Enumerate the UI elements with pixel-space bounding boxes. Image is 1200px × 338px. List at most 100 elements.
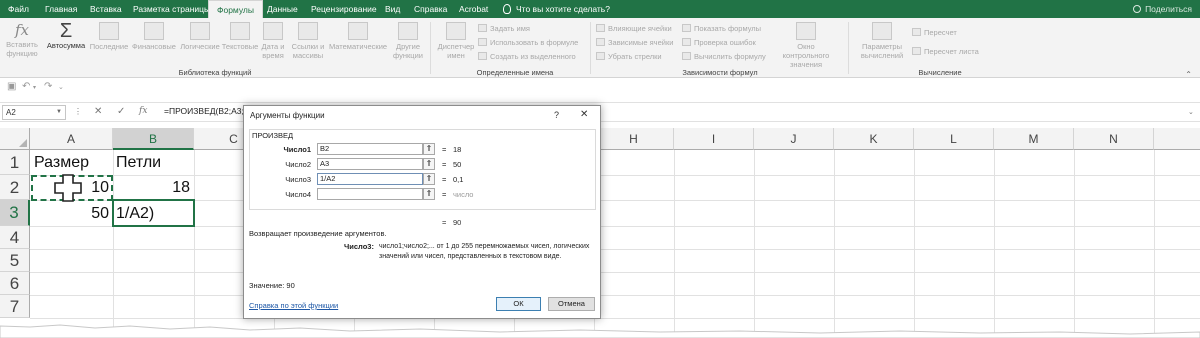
- logical-button[interactable]: Логические: [178, 20, 222, 51]
- row-header-7[interactable]: 7: [0, 295, 30, 318]
- cell-b2[interactable]: 18: [116, 175, 190, 200]
- trace-precedents-label: Влияющие ячейки: [608, 24, 672, 33]
- arg-input-1[interactable]: B2: [317, 143, 423, 155]
- enter-entry-icon[interactable]: ✓: [117, 106, 125, 117]
- insert-function-icon[interactable]: fx: [139, 106, 147, 116]
- arg-input-4[interactable]: [317, 188, 423, 200]
- column-header-b[interactable]: B: [113, 128, 194, 150]
- calc-now-icon: [912, 28, 921, 36]
- undo-icon[interactable]: ↶: [22, 81, 30, 92]
- cell-b1[interactable]: Петли: [116, 150, 161, 175]
- financial-button[interactable]: Финансовые: [131, 20, 177, 51]
- name-manager-button[interactable]: Диспетчер имен: [434, 20, 478, 60]
- torn-edge: [0, 324, 1200, 338]
- trace-dependents-button[interactable]: Зависимые ячейки: [596, 37, 673, 48]
- tag-icon: [478, 24, 487, 32]
- help-icon[interactable]: ?: [554, 110, 559, 120]
- customize-toolbar-icon[interactable]: ⌄: [58, 83, 64, 91]
- evaluate-formula-button[interactable]: Вычислить формулу: [682, 51, 766, 62]
- expand-formula-bar-icon[interactable]: ⌄: [1188, 108, 1194, 116]
- column-header-n[interactable]: N: [1074, 128, 1154, 150]
- cell-a3[interactable]: 50: [34, 201, 109, 226]
- select-all-corner[interactable]: [0, 128, 30, 150]
- equals-sign: =: [442, 190, 447, 199]
- column-header-h[interactable]: H: [594, 128, 674, 150]
- calc-now-button[interactable]: Пересчет: [912, 27, 957, 38]
- cancel-button[interactable]: Отмена: [548, 297, 595, 311]
- define-name-button[interactable]: Задать имя: [478, 23, 530, 34]
- active-cell-b3[interactable]: [112, 199, 195, 227]
- collapse-dialog-icon[interactable]: ⇑: [423, 188, 435, 200]
- show-formulas-button[interactable]: Показать формулы: [682, 23, 761, 34]
- collapse-dialog-icon[interactable]: ⇑: [423, 173, 435, 185]
- row-header-2[interactable]: 2: [0, 175, 30, 200]
- math-button[interactable]: Математические: [328, 20, 388, 51]
- create-from-selection-button[interactable]: Создать из выделенного: [478, 51, 576, 62]
- recent-functions-button[interactable]: Последние: [88, 20, 130, 51]
- collapse-dialog-icon[interactable]: ⇑: [423, 143, 435, 155]
- more-functions-button[interactable]: Другие функции: [389, 20, 427, 60]
- column-header-k[interactable]: K: [834, 128, 914, 150]
- use-in-formula-button[interactable]: Использовать в формуле: [478, 37, 578, 48]
- tab-formulas[interactable]: Формулы: [208, 0, 263, 18]
- ok-button[interactable]: ОК: [496, 297, 541, 311]
- text-functions-button[interactable]: Текстовые: [220, 20, 260, 51]
- cell-a1[interactable]: Размер: [34, 150, 89, 175]
- collapse-ribbon-icon[interactable]: ⌃: [1185, 70, 1192, 79]
- row-header-1[interactable]: 1: [0, 150, 30, 175]
- tab-page-layout[interactable]: Разметка страницы: [133, 0, 210, 18]
- undo-dropdown-icon[interactable]: ▾: [33, 84, 36, 91]
- row-header-6[interactable]: 6: [0, 272, 30, 295]
- tab-data[interactable]: Данные: [267, 0, 298, 18]
- redo-icon[interactable]: ↷: [44, 81, 52, 92]
- collapse-dialog-icon[interactable]: ⇑: [423, 158, 435, 170]
- column-header-m[interactable]: M: [994, 128, 1074, 150]
- close-icon[interactable]: ✕: [580, 109, 588, 120]
- trace-precedents-button[interactable]: Влияющие ячейки: [596, 23, 672, 34]
- autosum-button[interactable]: Σ Автосумма: [46, 20, 86, 50]
- share-button[interactable]: Поделиться: [1133, 0, 1192, 18]
- row-header-3[interactable]: 3: [0, 200, 30, 226]
- date-time-button[interactable]: Дата и время: [258, 20, 288, 60]
- lookup-button[interactable]: Ссылки и массивы: [288, 20, 328, 60]
- column-header-a[interactable]: A: [30, 128, 113, 150]
- row-header-4[interactable]: 4: [0, 226, 30, 249]
- tab-insert[interactable]: Вставка: [90, 0, 122, 18]
- group-separator: [848, 22, 849, 74]
- insert-function-button[interactable]: fx Вставить функцию: [2, 20, 42, 58]
- dialog-title: Аргументы функции: [250, 111, 325, 120]
- watch-window-button[interactable]: Окно контрольного значения: [774, 20, 838, 69]
- remove-arrows-button[interactable]: Убрать стрелки: [596, 51, 662, 62]
- arg-label-4: Число4: [285, 190, 311, 199]
- column-header-l[interactable]: L: [914, 128, 994, 150]
- name-box[interactable]: A2 ▼: [2, 105, 66, 120]
- function-arguments-dialog: Аргументы функции ? ✕ ПРОИЗВЕД Число1 B2…: [243, 105, 601, 319]
- arg-input-3[interactable]: 1/A2: [317, 173, 423, 185]
- lookup-label: Ссылки и массивы: [291, 42, 325, 60]
- tab-view[interactable]: Вид: [385, 0, 400, 18]
- column-header-o[interactable]: [1154, 128, 1200, 150]
- gridline: [30, 295, 1200, 296]
- tell-me-box[interactable]: Что вы хотите сделать?: [503, 0, 610, 18]
- help-link[interactable]: Справка по этой функции: [249, 301, 338, 310]
- column-header-j[interactable]: J: [754, 128, 834, 150]
- share-label: Поделиться: [1145, 4, 1192, 14]
- column-header-i[interactable]: I: [674, 128, 754, 150]
- error-checking-button[interactable]: Проверка ошибок: [682, 37, 756, 48]
- tab-help[interactable]: Справка: [414, 0, 447, 18]
- calc-sheet-button[interactable]: Пересчет листа: [912, 46, 979, 57]
- tab-review[interactable]: Рецензирование: [311, 0, 377, 18]
- calc-sheet-icon: [912, 47, 921, 55]
- tab-home[interactable]: Главная: [45, 0, 77, 18]
- more-functions-icon: [398, 22, 418, 40]
- tab-acrobat[interactable]: Acrobat: [459, 0, 488, 18]
- remove-arrows-label: Убрать стрелки: [608, 52, 662, 61]
- cancel-entry-icon[interactable]: ✕: [94, 106, 102, 117]
- calc-options-button[interactable]: Параметры вычислений: [856, 20, 908, 60]
- arg-input-2[interactable]: A3: [317, 158, 423, 170]
- text-label: Текстовые: [221, 42, 259, 51]
- tab-file[interactable]: Файл: [8, 0, 29, 18]
- row-header-5[interactable]: 5: [0, 249, 30, 272]
- save-icon[interactable]: ▣: [7, 81, 16, 92]
- arg-label-2: Число2: [285, 160, 311, 169]
